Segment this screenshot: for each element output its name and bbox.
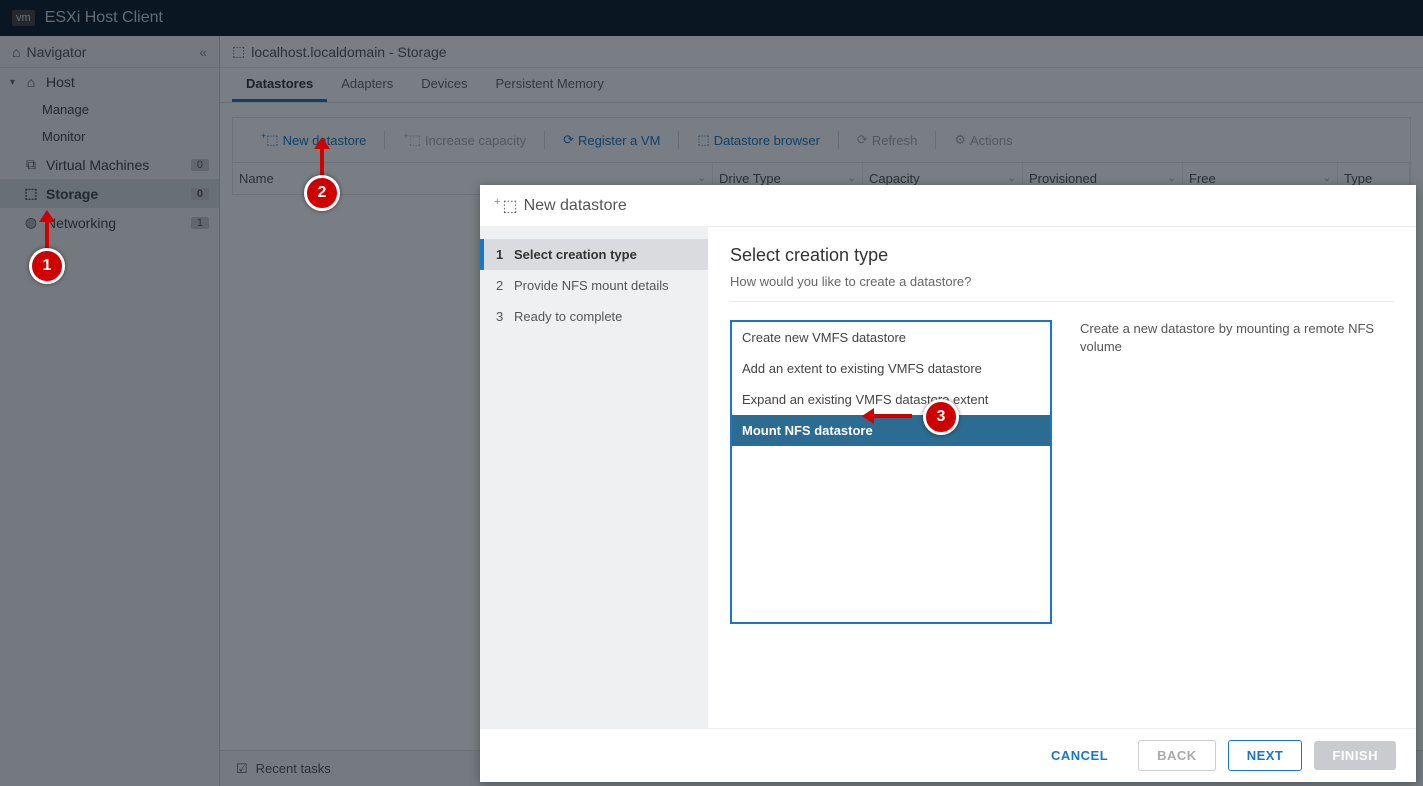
back-button: BACK: [1138, 740, 1216, 771]
annotation-badge-3: 3: [923, 399, 959, 435]
option-expand-vmfs[interactable]: Expand an existing VMFS datastore extent: [732, 384, 1050, 415]
option-mount-nfs[interactable]: Mount NFS datastore: [732, 415, 1050, 446]
next-button[interactable]: NEXT: [1228, 740, 1303, 771]
modal-footer: CANCEL BACK NEXT FINISH: [480, 728, 1416, 782]
new-datastore-modal: + ⬚ New datastore 1 Select creation type…: [480, 185, 1416, 782]
wizard-steps: 1 Select creation type 2 Provide NFS mou…: [480, 227, 708, 728]
step-3[interactable]: 3 Ready to complete: [480, 301, 708, 332]
annotation-badge-1: 1: [29, 248, 65, 284]
wizard-content: Select creation type How would you like …: [708, 227, 1416, 728]
step-heading: Select creation type: [730, 245, 1394, 266]
cancel-button[interactable]: CANCEL: [1033, 741, 1126, 770]
option-create-vmfs[interactable]: Create new VMFS datastore: [732, 322, 1050, 353]
creation-type-list: Create new VMFS datastore Add an extent …: [730, 320, 1052, 624]
modal-header: + ⬚ New datastore: [480, 185, 1416, 227]
finish-button: FINISH: [1314, 741, 1396, 770]
step-2[interactable]: 2 Provide NFS mount details: [480, 270, 708, 301]
option-add-extent[interactable]: Add an extent to existing VMFS datastore: [732, 353, 1050, 384]
step-1[interactable]: 1 Select creation type: [480, 239, 708, 270]
annotation-badge-2: 2: [304, 175, 340, 211]
plus-icon: +: [494, 196, 500, 208]
option-description: Create a new datastore by mounting a rem…: [1080, 320, 1394, 624]
step-subheading: How would you like to create a datastore…: [730, 274, 1394, 302]
datastore-icon: ⬚: [502, 196, 517, 216]
